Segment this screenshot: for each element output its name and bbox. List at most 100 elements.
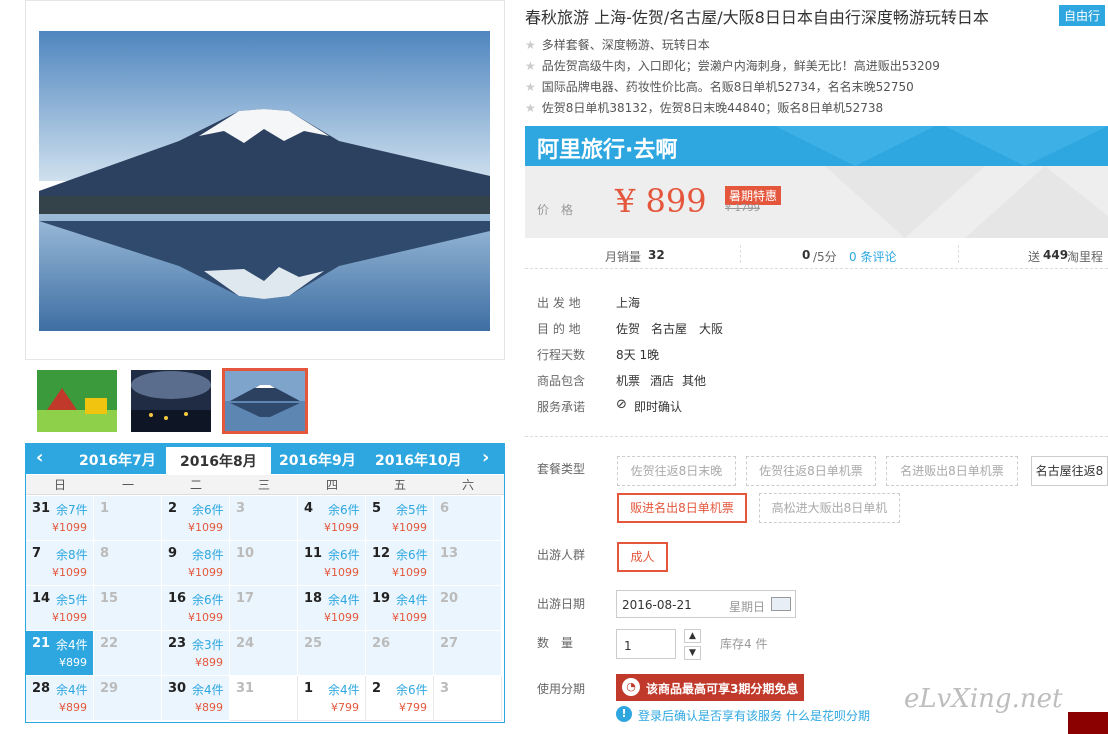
calendar-day: 25 [298,631,366,676]
calendar-day: 6 [434,496,502,541]
package-option-selected[interactable]: 贩进名出8日单机票 [617,493,747,523]
day-price: ¥1099 [324,611,359,624]
calendar-day[interactable]: 1 余4件 ¥799 [298,676,366,721]
calendar-day[interactable]: 2 余6件 ¥799 [366,676,434,721]
day-stock: 余4件 [56,638,88,652]
calendar-day[interactable]: 5 余5件 ¥1099 [366,496,434,541]
weekday-value: 星期日 [729,600,766,614]
calendar-day[interactable]: 19 余4件 ¥1099 [366,586,434,631]
calendar-day: 20 [434,586,502,631]
calendar-day[interactable]: 9 余8件 ¥1099 [162,541,230,586]
calendar-day[interactable]: 30 余4件 ¥899 [162,676,230,721]
cart-corner-button[interactable] [1068,712,1108,734]
day-number: 1 [304,681,314,696]
calendar-month-bar: ‹ 2016年7月 2016年8月 2016年9月 2016年10月 › [26,444,504,474]
calendar-day: 26 [366,631,434,676]
package-option[interactable]: 名进贩出8日单机票 [886,456,1018,486]
people-option-selected[interactable]: 成人 [617,542,668,572]
day-stock: 余6件 [328,503,360,517]
info-label-days: 行程天数 [537,348,586,362]
quantity-down-icon[interactable]: ▼ [684,646,701,660]
day-stock: 余5件 [56,593,88,607]
login-link[interactable]: 登录后确认是否享有该服务 [638,707,782,724]
day-number: 4 [304,501,314,516]
calendar-day[interactable]: 2 余6件 ¥1099 [162,496,230,541]
calendar-day-selected[interactable]: 21 余4件 ¥899 [26,631,94,676]
info-value-includes: 机票 [616,374,641,388]
installment-banner[interactable]: ◔ 该商品最高可享3期分期免息 [616,674,804,701]
calendar-day: 17 [230,586,298,631]
info-label-includes: 商品包含 [537,374,586,388]
info-value-destination: 名古屋 [651,322,688,336]
calendar-day[interactable]: 23 余3件 ¥899 [162,631,230,676]
day-price: ¥1099 [392,566,427,579]
calendar-day: 29 [94,676,162,721]
price-label: 价 格 [537,203,574,217]
calendar-day[interactable]: 4 余6件 ¥1099 [298,496,366,541]
day-stock: 余6件 [192,593,224,607]
quantity-up-icon[interactable]: ▲ [684,629,701,643]
month-tab-jul[interactable]: 2016年7月 [79,450,156,470]
star-icon: ★ [525,59,536,73]
original-price: ¥ 1799 [725,203,760,214]
current-price: ¥ 899 [615,182,707,220]
calendar-day[interactable]: 11 余6件 ¥1099 [298,541,366,586]
alitrip-banner: 阿里旅行·去啊 [525,126,1108,166]
points-suffix: 淘里程 [1067,250,1104,264]
product-title: 春秋旅游 上海-佐贺/名古屋/大阪8日日本自由行深度畅游玩转日本 [525,8,989,27]
calendar-day[interactable]: 7 余8件 ¥1099 [26,541,94,586]
package-option[interactable]: 佐贺往返8日单机票 [746,456,876,486]
day-number: 15 [100,591,119,606]
info-value-includes: 其他 [682,374,707,388]
installment-label: 使用分期 [537,682,586,696]
day-number: 25 [304,636,323,651]
package-option[interactable]: 高松进大贩出8日单机 [759,493,900,523]
banner-title: 阿里旅行·去啊 [537,138,678,163]
package-option[interactable]: 佐贺往返8日末晚 [617,456,736,486]
day-price: ¥1099 [52,521,87,534]
gallery-thumb-1[interactable] [37,370,117,432]
weekday-label: 一 [121,478,134,492]
day-stock: 余4件 [396,593,428,607]
feature-item: ★ 多样套餐、深度畅游、玩转日本 [525,36,710,53]
free-travel-badge: 自由行 [1059,5,1106,26]
calendar-day: 22 [94,631,162,676]
rating-value: 0 [802,248,811,262]
day-stock: 余8件 [56,548,88,562]
weekday-label: 二 [189,478,202,492]
prev-month-icon[interactable]: ‹ [36,447,43,468]
day-stock: 余8件 [192,548,224,562]
quantity-input[interactable]: 1 [616,629,676,659]
main-product-image[interactable] [39,31,490,331]
gallery-thumb-3[interactable] [222,368,308,434]
month-tab-oct[interactable]: 2016年10月 [375,450,461,470]
day-number: 8 [100,546,110,561]
calendar-day[interactable]: 12 余6件 ¥1099 [366,541,434,586]
day-stock: 余7件 [56,503,88,517]
huabei-help-link[interactable]: 什么是花呗分期 [786,707,870,724]
star-icon: ★ [525,101,536,115]
day-price: ¥899 [195,656,223,669]
day-stock: 余3件 [192,638,224,652]
day-stock: 余4件 [328,683,360,697]
calendar-day[interactable]: 18 余4件 ¥1099 [298,586,366,631]
calendar-day[interactable]: 16 余6件 ¥1099 [162,586,230,631]
package-option[interactable]: 名古屋往返8 [1031,456,1108,486]
day-stock: 余4件 [56,683,88,697]
next-month-icon[interactable]: › [482,447,489,468]
date-picker[interactable]: 2016-08-21 星期日 [616,590,796,618]
month-tab-aug[interactable]: 2016年8月 [166,447,271,474]
calendar-day[interactable]: 31 余7件 ¥1099 [26,496,94,541]
calendar-day[interactable]: 28 余4件 ¥899 [26,676,94,721]
reviews-link[interactable]: 0 条评论 [849,248,896,265]
day-number: 2 [168,501,178,516]
month-tab-sep[interactable]: 2016年9月 [279,450,356,470]
info-label-departure: 出 发 地 [537,296,581,310]
divider [740,245,741,263]
star-icon: ★ [525,80,536,94]
calendar-day[interactable]: 14 余5件 ¥1099 [26,586,94,631]
gallery-thumb-2[interactable] [131,370,211,432]
calendar-icon[interactable] [771,597,791,611]
day-number: 17 [236,591,255,606]
star-icon: ★ [525,38,536,52]
